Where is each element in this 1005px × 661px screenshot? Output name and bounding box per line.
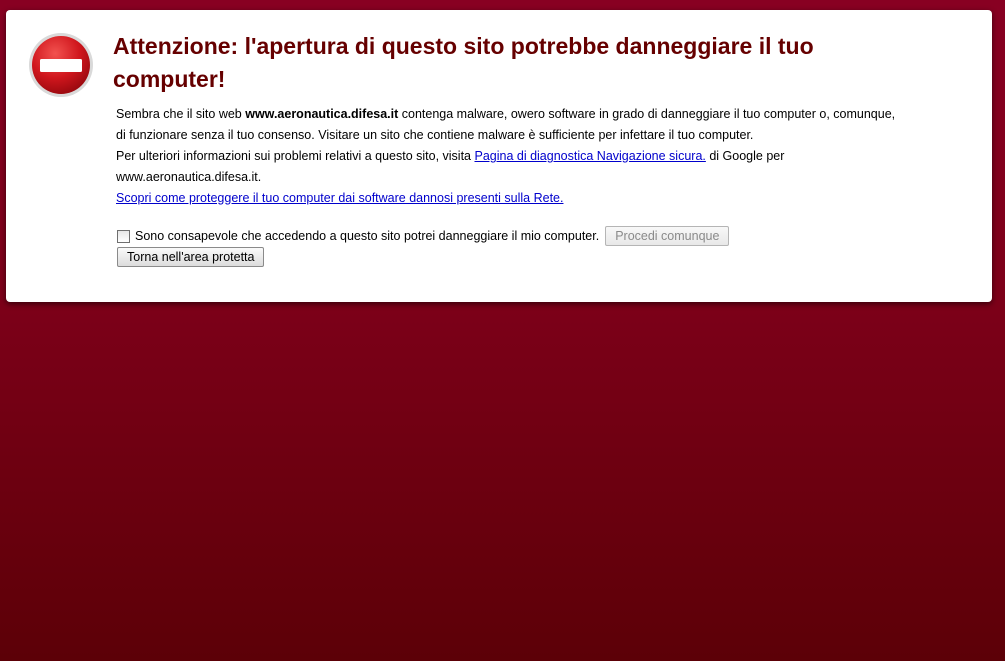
stop-sign-icon [29,33,93,97]
malware-warning-panel: Attenzione: l'apertura di questo sito po… [6,10,992,302]
more-info-text: Per ulteriori informazioni sui problemi … [116,146,896,188]
protect-computer-link[interactable]: Scopri come proteggere il tuo computer d… [116,191,563,205]
consent-checkbox[interactable] [117,229,130,243]
back-to-safety-button[interactable]: Torna nell'area protetta [117,247,265,267]
page-title: Attenzione: l'apertura di questo sito po… [113,33,814,92]
confirm-row: Sono consapevole che accedendo a questo … [115,225,730,247]
diagnostic-page-link[interactable]: Pagina di diagnostica Navigazione sicura… [474,149,705,163]
proceed-anyway-button[interactable]: Procedi comunque [605,226,730,246]
consent-label: Sono consapevole che accedendo a questo … [135,229,600,243]
intro-text: Sembra che il sito web [116,107,246,121]
site-name: www.aeronautica.difesa.it [245,107,399,121]
more-info-prefix: Per ulteriori informazioni sui problemi … [116,149,475,163]
malware-explanation: Sembra che il sito web www.aeronautica.d… [116,104,896,146]
warning-description: Sembra che il sito web www.aeronautica.d… [116,104,896,209]
